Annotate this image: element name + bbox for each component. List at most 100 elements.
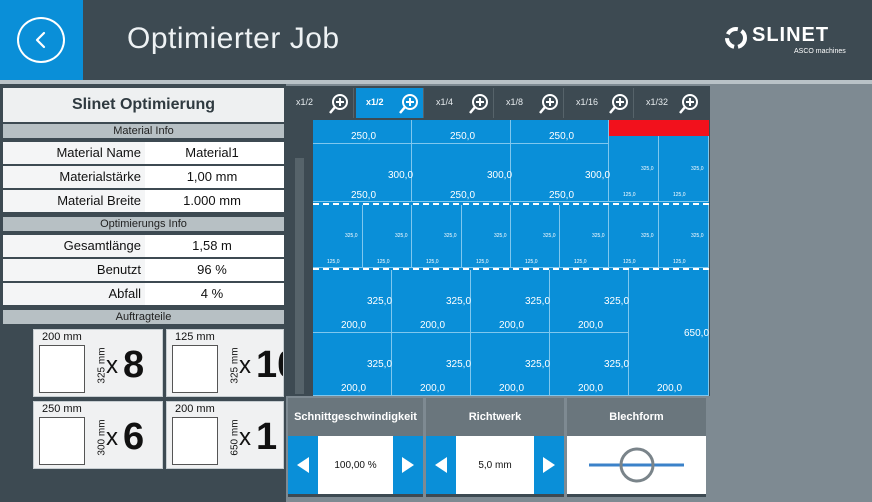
- cell-height-label: 325,0: [395, 233, 408, 239]
- part-card[interactable]: 125 mm 325 mm x 10: [166, 329, 284, 397]
- zoom-button[interactable]: x1/32: [636, 88, 708, 118]
- part-card[interactable]: 200 mm 325 mm x 8: [33, 329, 163, 397]
- cell-height-label: 325,0: [446, 296, 472, 307]
- triangle-right-icon: [543, 457, 555, 473]
- richtwerk-increase-button[interactable]: [534, 436, 564, 494]
- zoom-in-icon: [539, 94, 558, 114]
- part-card[interactable]: 200 mm 650 mm x 1: [166, 401, 284, 469]
- part-cell: 325,0 200,0: [313, 270, 392, 333]
- cell-width-label: 125,0: [377, 259, 390, 265]
- zoom-label: x1/32: [646, 97, 669, 107]
- part-width: 200 mm: [42, 331, 82, 343]
- speed-value: 100,00 %: [334, 460, 377, 471]
- zoom-in-icon: [609, 94, 628, 114]
- cell-width-label: 125,0: [673, 192, 686, 198]
- cell-width-label: 125,0: [623, 259, 636, 265]
- speed-decrease-button[interactable]: [288, 436, 318, 494]
- page-title: Optimierter Job: [127, 22, 340, 55]
- cell-width-label: 250,0: [351, 131, 377, 142]
- part-quantity: 8: [123, 344, 145, 386]
- slinet-logo-icon: [725, 27, 747, 49]
- part-times: x: [239, 424, 251, 451]
- cell-height-label: 325,0: [446, 359, 472, 370]
- material-thickness-label: Materialstärke: [3, 166, 145, 188]
- part-times: x: [106, 424, 118, 451]
- cell-height-label: 325,0: [525, 359, 551, 370]
- zoom-toolbar: x1/2 x1/2 x1/4 x1/8 x1/16 x1/32: [286, 86, 710, 118]
- waste-area: [609, 120, 709, 136]
- part-cell: 325,0 125,0: [659, 136, 709, 202]
- cell-height-label: 325,0: [691, 166, 704, 172]
- cell-height-label: 325,0: [641, 166, 654, 172]
- cell-width-label: 125,0: [327, 259, 340, 265]
- zoom-label: x1/8: [506, 97, 524, 107]
- part-cell: 325,0 200,0: [471, 333, 550, 396]
- waste-label: Abfall: [3, 283, 145, 305]
- optimization-panel: Slinet Optimierung Material Info Materia…: [0, 84, 286, 502]
- blechform-selector[interactable]: [567, 436, 706, 494]
- sheet-shape-icon: [589, 447, 684, 483]
- cell-height-label: 325,0: [543, 233, 556, 239]
- part-cell: 325,0 200,0: [550, 333, 629, 396]
- used-label: Benutzt: [3, 259, 145, 281]
- cell-width-label: 125,0: [623, 192, 636, 198]
- part-cell: 325,0 125,0: [462, 205, 511, 268]
- sheet-canvas[interactable]: 250,0 250,0 250,0 300,0 250,0 300,0 250,0 …: [313, 120, 709, 396]
- material-info-header: Material Info: [3, 124, 284, 138]
- part-cell: 325,0 125,0: [363, 205, 412, 268]
- chevron-left-icon: [35, 31, 46, 49]
- part-cell: 325,0 200,0: [471, 270, 550, 333]
- part-cell: 325,0 200,0: [392, 270, 471, 333]
- material-thickness-row: Materialstärke 1,00 mm: [3, 166, 284, 188]
- back-button[interactable]: [0, 0, 83, 80]
- richtwerk-decrease-button[interactable]: [426, 436, 456, 494]
- part-cell: 300,0 250,0: [511, 144, 611, 202]
- material-name-value: Material1: [185, 145, 239, 160]
- sheet-scrollbar[interactable]: [295, 158, 304, 394]
- zoom-in-icon: [679, 94, 698, 114]
- speed-increase-button[interactable]: [393, 436, 423, 494]
- part-shape: [172, 417, 218, 465]
- cell-height-label: 325,0: [641, 233, 654, 239]
- cell-width-label: 200,0: [420, 320, 446, 331]
- richtwerk-control: Richtwerk 5,0 mm: [426, 398, 564, 497]
- zoom-label: x1/2: [366, 97, 384, 107]
- zoom-in-icon: [329, 94, 348, 114]
- part-quantity: 10: [256, 344, 283, 386]
- used-value: 96 %: [197, 262, 227, 277]
- cell-height-label: 325,0: [345, 233, 358, 239]
- panel-title: Slinet Optimierung: [3, 88, 284, 122]
- part-times: x: [239, 352, 251, 379]
- brand-sub: ASCO machines: [794, 48, 846, 55]
- cell-width-label: 200,0: [578, 320, 604, 331]
- zoom-button-active[interactable]: x1/2: [356, 88, 424, 118]
- zoom-button[interactable]: x1/2: [286, 88, 354, 118]
- waste-row: Abfall 4 %: [3, 283, 284, 305]
- slinet-logo: SLINET ASCO machines: [724, 24, 864, 64]
- cell-height-label: 325,0: [604, 296, 630, 307]
- material-thickness-value: 1,00 mm: [186, 169, 238, 184]
- zoom-button[interactable]: x1/8: [496, 88, 564, 118]
- speed-control: Schnittgeschwindigkeit 100,00 %: [288, 398, 423, 497]
- part-cell: 325,0 125,0: [609, 205, 659, 268]
- zoom-button[interactable]: x1/4: [426, 88, 494, 118]
- part-cell: 250,0: [412, 120, 511, 144]
- part-cell: 325,0 125,0: [412, 205, 462, 268]
- speed-label: Schnittgeschwindigkeit: [288, 398, 423, 436]
- blechform-label: Blechform: [567, 398, 706, 436]
- richtwerk-value: 5,0 mm: [478, 460, 512, 471]
- zoom-in-icon: [469, 94, 488, 114]
- parts-scrollbar[interactable]: [5, 327, 32, 502]
- zoom-button[interactable]: x1/16: [566, 88, 634, 118]
- cell-width-label: 250,0: [450, 190, 476, 201]
- cell-width-label: 125,0: [426, 259, 439, 265]
- triangle-left-icon: [435, 457, 447, 473]
- zoom-label: x1/16: [576, 97, 599, 107]
- cell-width-label: 200,0: [578, 383, 604, 394]
- part-card[interactable]: 250 mm 300 mm x 6: [33, 401, 163, 469]
- brand-name: SLINET: [752, 24, 830, 46]
- cell-height-label: 300,0: [585, 170, 611, 181]
- total-length-label: Gesamtlänge: [3, 235, 145, 257]
- zoom-label: x1/2: [296, 97, 314, 107]
- part-width: 125 mm: [175, 331, 215, 343]
